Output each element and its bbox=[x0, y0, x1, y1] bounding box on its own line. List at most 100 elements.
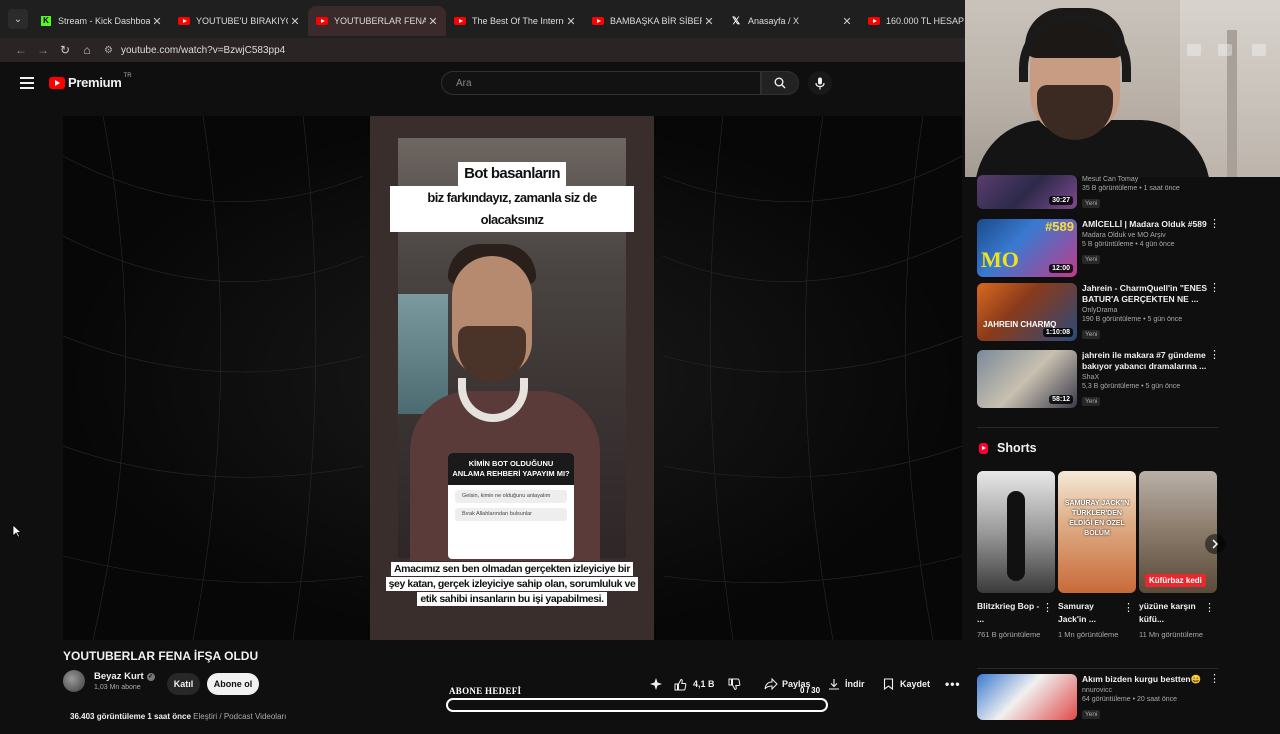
thumbnail-episode: #589 bbox=[1045, 219, 1074, 234]
related-channel[interactable]: Mesut Can Tomay bbox=[1082, 176, 1210, 183]
more-options-icon[interactable]: ⋮ bbox=[1204, 603, 1215, 614]
browser-tab[interactable]: K Stream - Kick Dashboard ✕ bbox=[32, 6, 170, 36]
short-thumbnail[interactable] bbox=[977, 471, 1055, 593]
shorts-next-button[interactable] bbox=[1205, 534, 1225, 554]
related-channel[interactable]: nnurovicc bbox=[1082, 687, 1210, 694]
channel-avatar[interactable] bbox=[63, 670, 85, 692]
close-tab-icon[interactable]: ✕ bbox=[564, 15, 578, 28]
youtube-icon bbox=[49, 76, 65, 89]
video-thumbnail[interactable]: 58:12 bbox=[977, 350, 1077, 408]
mouse-cursor-icon bbox=[12, 524, 22, 538]
short-card[interactable]: Blitzkrieg Bop - ... 761 B görüntüleme ⋮ bbox=[977, 471, 1055, 640]
short-card[interactable]: SAMURAY JACK'IN TÜRKLER'DEN ELDİĞİ EN ÖZ… bbox=[1058, 471, 1136, 640]
dislike-button[interactable] bbox=[728, 673, 741, 695]
subscribe-button[interactable]: Abone ol bbox=[207, 673, 259, 695]
webcam-overlay bbox=[965, 0, 1280, 177]
more-actions-icon[interactable]: ••• bbox=[945, 673, 961, 695]
video-thumbnail[interactable] bbox=[977, 674, 1077, 720]
related-channel[interactable]: OnlyDrama bbox=[1082, 307, 1210, 314]
related-channel[interactable]: ShaX bbox=[1082, 374, 1210, 381]
related-title[interactable]: Akım bizden kurgu bestten😄 bbox=[1082, 674, 1210, 685]
search-button[interactable] bbox=[761, 71, 799, 95]
shorts-icon bbox=[979, 442, 988, 454]
sparkle-icon bbox=[650, 678, 662, 690]
youtube-header: Premium TR Ara bbox=[0, 62, 965, 106]
close-tab-icon[interactable]: ✕ bbox=[426, 15, 440, 28]
video-thumbnail[interactable]: MO #589 12:00 bbox=[977, 219, 1077, 277]
tab-title: YOUTUBE'U BIRAKIYOR M bbox=[196, 16, 288, 26]
browser-tab[interactable]: The Best Of The Internet ✕ bbox=[446, 6, 584, 36]
close-tab-icon[interactable]: ✕ bbox=[288, 15, 302, 28]
youtube-premium-logo[interactable]: Premium TR bbox=[49, 73, 132, 90]
browser-tab[interactable]: 𝕏 Anasayfa / X ✕ bbox=[722, 6, 860, 36]
close-tab-icon[interactable]: ✕ bbox=[150, 15, 164, 28]
related-video[interactable]: 30:27 Mesut Can Tomay 35 B görüntüleme •… bbox=[977, 175, 1217, 215]
tab-search-menu-button[interactable]: ⌄ bbox=[8, 9, 28, 29]
sparkle-button[interactable] bbox=[649, 673, 663, 695]
related-views: 190 B görüntüleme • 5 gün önce bbox=[1082, 316, 1183, 323]
share-icon bbox=[764, 678, 778, 690]
caption-bottom-text: Amacımız sen ben olmadan gerçekten izley… bbox=[385, 562, 639, 606]
country-code: TR bbox=[123, 73, 132, 79]
video-player[interactable]: Bot basanların biz farkındayız, zamanla … bbox=[63, 116, 962, 640]
related-video[interactable]: 58:12 jahrein ile makara #7 gündeme bakı… bbox=[977, 350, 1220, 410]
browser-tab[interactable]: YOUTUBE'U BIRAKIYOR M ✕ bbox=[170, 6, 308, 36]
video-duration: 30:27 bbox=[1049, 196, 1073, 205]
more-options-icon[interactable]: ⋮ bbox=[1209, 283, 1220, 294]
tab-title: Anasayfa / X bbox=[748, 16, 800, 26]
browser-tab[interactable]: 160.000 TL HESAP GEL bbox=[860, 6, 965, 36]
video-thumbnail[interactable]: 30:27 bbox=[977, 175, 1077, 209]
short-title[interactable]: Samuray Jack'in ... bbox=[1058, 600, 1122, 626]
short-card[interactable]: Küfürbaz kedi yüzüne karşın küfü... 11 M… bbox=[1139, 471, 1217, 640]
short-title[interactable]: Blitzkrieg Bop - ... bbox=[977, 600, 1041, 626]
new-badge: Yeni bbox=[1082, 397, 1101, 406]
caption-bottom: Amacımız sen ben olmadan gerçekten izley… bbox=[384, 562, 640, 607]
more-options-icon[interactable]: ⋮ bbox=[1209, 219, 1220, 230]
url-field[interactable]: ⚙ youtube.com/watch?v=BzwjC583pp4 bbox=[104, 45, 285, 56]
short-thumbnail[interactable]: Küfürbaz kedi bbox=[1139, 471, 1217, 593]
related-video[interactable]: MO #589 12:00 AMİCELLİ | Madara Olduk #5… bbox=[977, 219, 1220, 279]
search-input[interactable]: Ara bbox=[441, 71, 761, 95]
related-title[interactable]: Jahrein - CharmQuell'in "ENES BATUR'A GE… bbox=[1082, 283, 1210, 305]
short-thumbnail-text: SAMURAY JACK'IN TÜRKLER'DEN ELDİĞİ EN ÖZ… bbox=[1064, 500, 1130, 537]
more-options-icon[interactable]: ⋮ bbox=[1209, 350, 1220, 361]
verified-icon: ✓ bbox=[146, 672, 155, 681]
video-thumbnail[interactable]: JAHREIN CHARMQ 1:10:08 bbox=[977, 283, 1077, 341]
browser-tab-active[interactable]: YOUTUBERLAR FENA İFŞA ✕ bbox=[308, 6, 446, 36]
like-count: 4,1 B bbox=[693, 679, 715, 689]
divider bbox=[977, 427, 1218, 428]
menu-icon[interactable] bbox=[20, 77, 34, 89]
more-options-icon[interactable]: ⋮ bbox=[1123, 603, 1134, 614]
site-info-icon[interactable]: ⚙ bbox=[104, 45, 113, 56]
channel-name[interactable]: Beyaz Kurt bbox=[94, 671, 144, 682]
like-button[interactable]: 4,1 B bbox=[674, 673, 715, 695]
related-title[interactable]: AMİCELLİ | Madara Olduk #589 bbox=[1082, 219, 1210, 230]
more-options-icon[interactable]: ⋮ bbox=[1042, 603, 1053, 614]
related-channel[interactable]: Madara Olduk ve MO Arşiv bbox=[1082, 232, 1210, 239]
sidebar-scrollbar[interactable] bbox=[1275, 177, 1280, 720]
new-badge: Yeni bbox=[1082, 710, 1101, 719]
join-button[interactable]: Katıl bbox=[167, 673, 200, 695]
related-video[interactable]: Akım bizden kurgu bestten😄 nnurovicc 64 … bbox=[977, 674, 1220, 734]
voice-search-button[interactable] bbox=[808, 71, 832, 95]
close-tab-icon[interactable]: ✕ bbox=[840, 15, 854, 28]
back-arrow-icon[interactable]: ← bbox=[10, 39, 32, 61]
related-title[interactable]: jahrein ile makara #7 gündeme bakıyor ya… bbox=[1082, 350, 1210, 372]
browser-tab[interactable]: BAMBAŞKA BİR SİBER ZO ✕ bbox=[584, 6, 722, 36]
short-thumbnail[interactable]: SAMURAY JACK'IN TÜRKLER'DEN ELDİĞİ EN ÖZ… bbox=[1058, 471, 1136, 593]
forward-arrow-icon[interactable]: → bbox=[32, 39, 54, 61]
save-button[interactable]: Kaydet bbox=[883, 673, 930, 695]
related-video[interactable]: JAHREIN CHARMQ 1:10:08 Jahrein - CharmQu… bbox=[977, 283, 1220, 343]
short-title[interactable]: yüzüne karşın küfü... bbox=[1139, 600, 1203, 626]
close-tab-icon[interactable]: ✕ bbox=[702, 15, 716, 28]
download-button[interactable]: İndir bbox=[828, 673, 865, 695]
video-duration: 58:12 bbox=[1049, 395, 1073, 404]
thumbs-down-icon bbox=[728, 678, 741, 690]
related-views: 35 B görüntüleme • 1 saat önce bbox=[1082, 185, 1180, 192]
logo-text: Premium bbox=[68, 75, 122, 90]
reload-icon[interactable]: ↻ bbox=[54, 39, 76, 61]
home-icon[interactable]: ⌂ bbox=[76, 39, 98, 61]
subscriber-goal-count: 0 / 30 bbox=[800, 686, 821, 695]
new-badge: Yeni bbox=[1082, 330, 1101, 339]
more-options-icon[interactable]: ⋮ bbox=[1209, 674, 1220, 685]
